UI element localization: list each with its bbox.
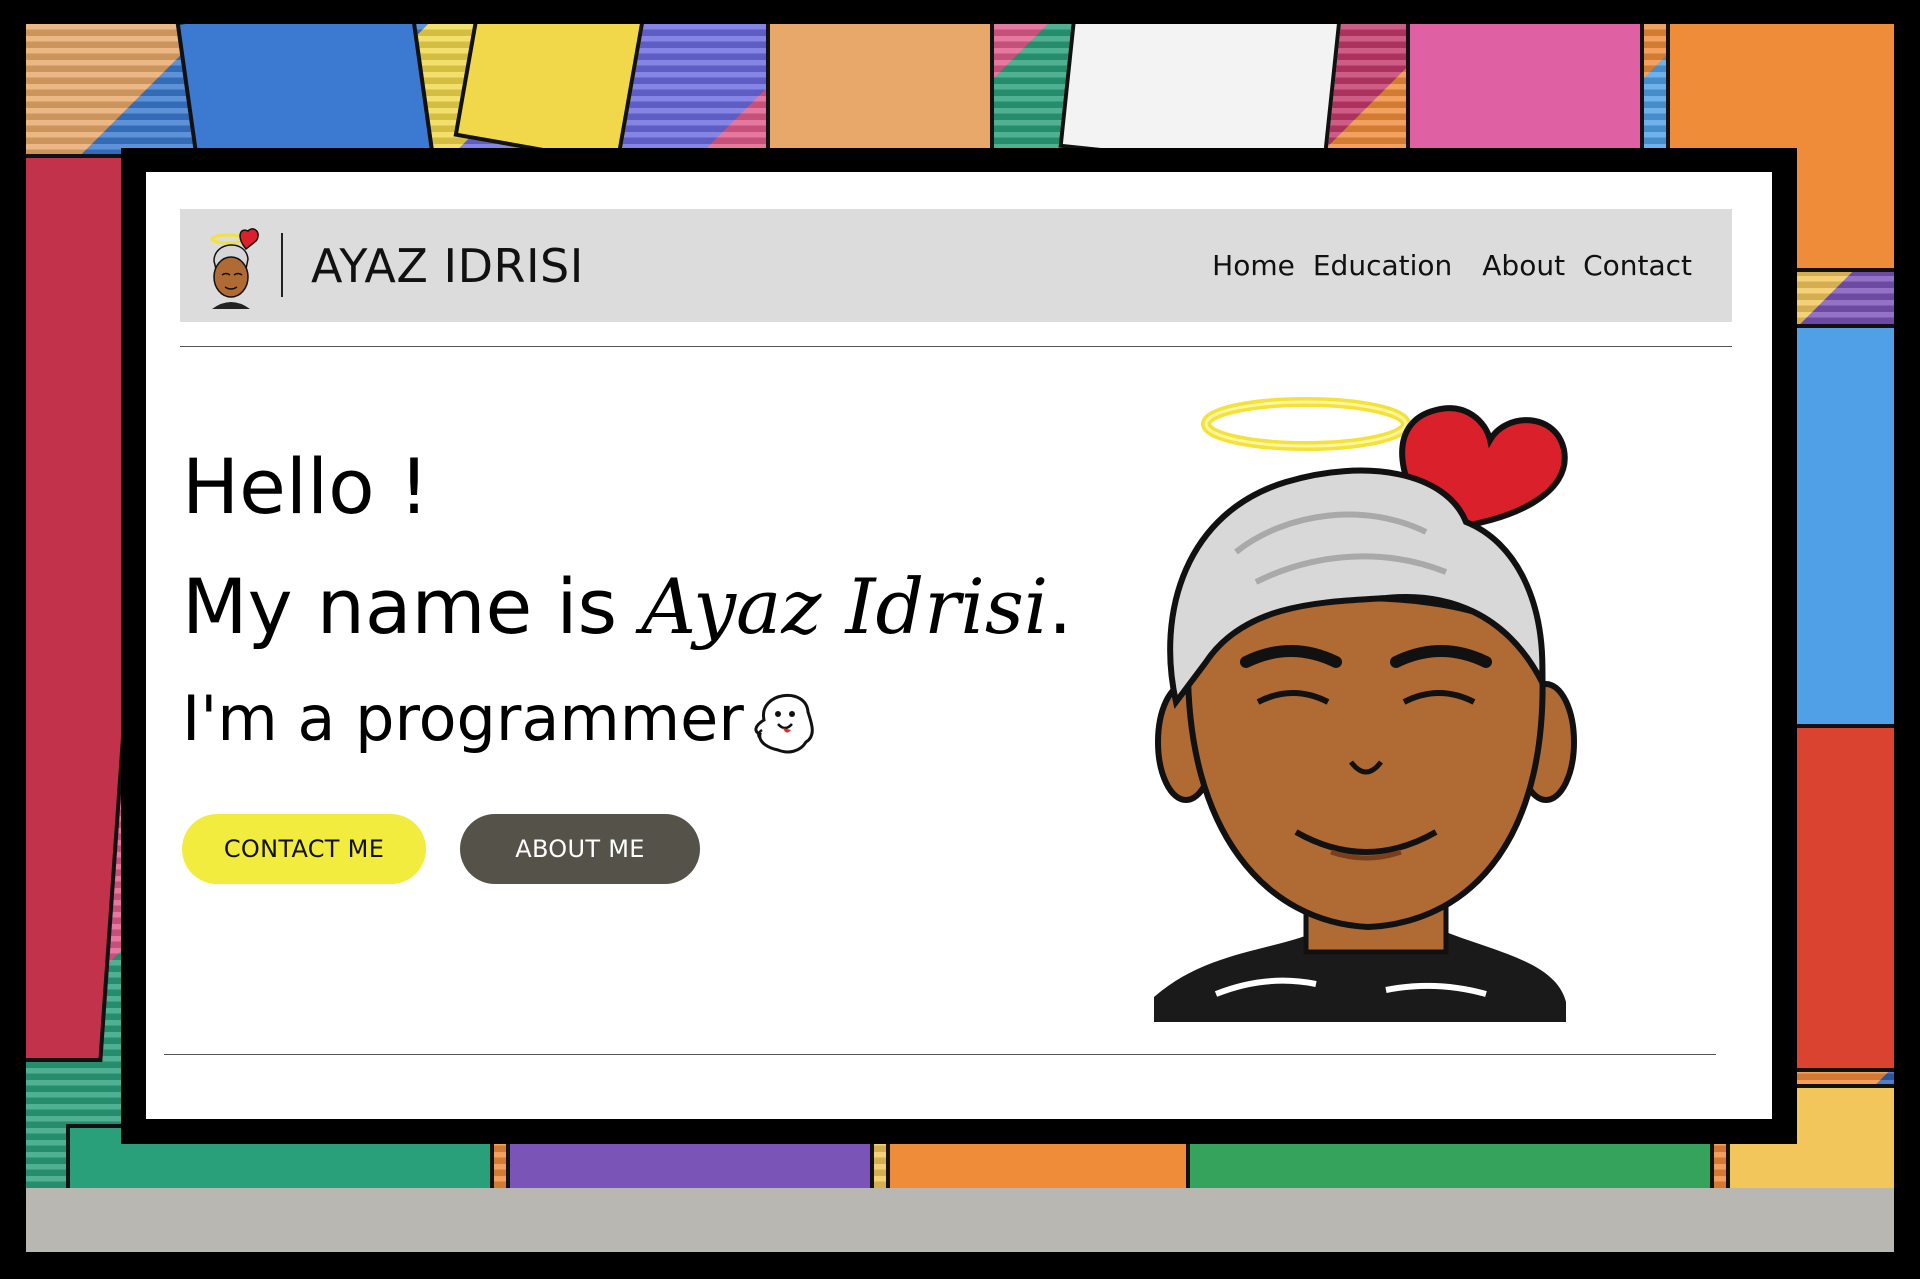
nav-link-about[interactable]: About <box>1482 249 1565 282</box>
greeting-heading: Hello ! <box>182 442 430 531</box>
role-heading: I'm a programmer <box>182 680 820 756</box>
nav-divider <box>281 233 283 297</box>
website-card: AYAZ IDRISI Home Education About Contact… <box>146 172 1772 1119</box>
navbar: AYAZ IDRISI Home Education About Contact <box>180 209 1732 322</box>
intro-heading: My name is Ayaz Idrisi. <box>182 562 1072 651</box>
sidewalk <box>26 1188 1894 1252</box>
divider-top <box>180 346 1732 347</box>
mural-shape <box>1786 724 1894 1072</box>
nav-link-home[interactable]: Home <box>1212 249 1295 282</box>
mural-shape <box>453 24 647 166</box>
contact-me-button[interactable]: CONTACT ME <box>182 814 426 884</box>
intro-name: Ayaz Idrisi <box>641 562 1049 651</box>
mural-shape <box>766 24 994 162</box>
intro-suffix: . <box>1048 562 1073 651</box>
nav-link-education[interactable]: Education <box>1313 249 1452 282</box>
brand-name[interactable]: AYAZ IDRISI <box>311 239 584 293</box>
mural-shape <box>1406 24 1644 152</box>
ghost-emoji-icon <box>750 680 820 756</box>
about-me-button[interactable]: ABOUT ME <box>460 814 700 884</box>
intro-prefix: My name is <box>182 562 642 651</box>
role-text: I'm a programmer <box>182 681 744 755</box>
mural-shape <box>1786 324 1894 752</box>
divider-bottom <box>164 1054 1716 1055</box>
nav-link-contact[interactable]: Contact <box>1583 249 1692 282</box>
avatar-logo-icon[interactable] <box>206 217 262 311</box>
nav-links: Home Education About Contact <box>1212 249 1692 282</box>
avatar-illustration <box>1146 362 1616 1022</box>
